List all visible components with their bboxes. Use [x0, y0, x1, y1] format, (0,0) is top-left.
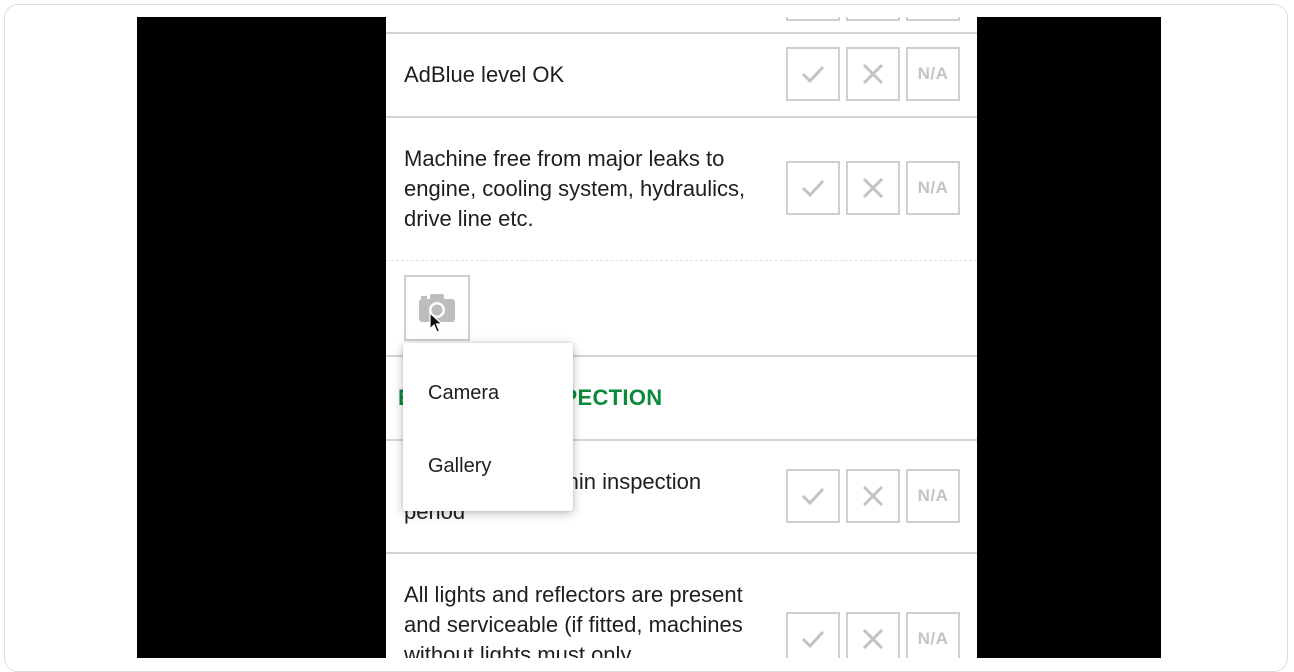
checklist-row-adblue: AdBlue level OK N/A — [386, 34, 977, 118]
checklist-screen: AdBlue level OK N/A Machine free from ma… — [386, 17, 977, 658]
pass-button[interactable] — [786, 161, 840, 215]
na-label: N/A — [917, 64, 949, 83]
checklist-item-label: Machine free from major leaks to engine,… — [404, 146, 746, 231]
checklist-row-lights: All lights and reflectors are present an… — [386, 554, 977, 658]
answer-buttons: N/A — [786, 612, 960, 658]
na-button[interactable]: N/A — [906, 612, 960, 658]
pass-button[interactable] — [786, 469, 840, 523]
fail-button[interactable] — [846, 47, 900, 101]
check-icon — [801, 630, 825, 648]
fail-button[interactable] — [846, 17, 900, 21]
answer-buttons: N/A — [786, 469, 960, 523]
answer-buttons: N/A — [786, 161, 960, 215]
na-button[interactable] — [906, 17, 960, 21]
check-icon — [801, 179, 825, 197]
check-icon — [801, 65, 825, 83]
mouse-pointer-icon — [429, 312, 443, 333]
checklist-row-partial — [386, 17, 977, 34]
na-button[interactable]: N/A — [906, 161, 960, 215]
checklist-row-leaks: Machine free from major leaks to engine,… — [386, 118, 977, 357]
fail-button[interactable] — [846, 469, 900, 523]
dashed-divider — [386, 260, 977, 261]
cross-icon — [862, 177, 884, 199]
fail-button[interactable] — [846, 612, 900, 658]
checklist-item-label: All lights and reflectors are present an… — [404, 582, 743, 658]
pass-button[interactable] — [786, 17, 840, 21]
answer-buttons — [786, 17, 960, 21]
checklist-item-label: AdBlue level OK — [404, 62, 565, 87]
na-button[interactable]: N/A — [906, 469, 960, 523]
photo-source-menu: Camera Gallery — [403, 343, 573, 511]
na-button[interactable]: N/A — [906, 47, 960, 101]
na-label: N/A — [917, 629, 949, 648]
check-icon — [801, 487, 825, 505]
menu-item-gallery[interactable]: Gallery — [403, 436, 573, 496]
cross-icon — [862, 63, 884, 85]
cross-icon — [862, 628, 884, 650]
screen-recording-viewport: AdBlue level OK N/A Machine free from ma… — [137, 17, 1161, 658]
na-label: N/A — [917, 178, 949, 197]
na-label: N/A — [917, 486, 949, 505]
pass-button[interactable] — [786, 47, 840, 101]
cross-icon — [862, 485, 884, 507]
pass-button[interactable] — [786, 612, 840, 658]
menu-item-camera[interactable]: Camera — [403, 363, 573, 423]
answer-buttons: N/A — [786, 47, 960, 101]
fail-button[interactable] — [846, 161, 900, 215]
